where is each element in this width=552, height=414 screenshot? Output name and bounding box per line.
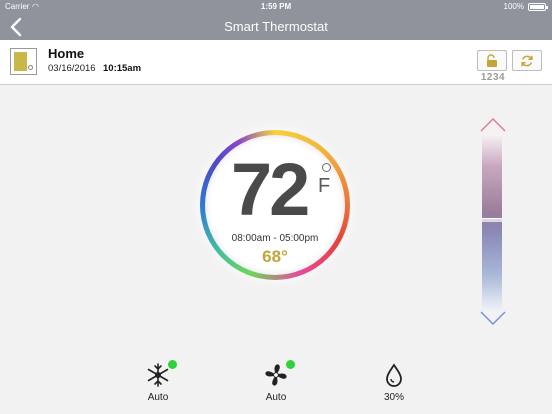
schedule-range: 08:00am - 05:00pm — [231, 233, 319, 244]
navigation-bar: Smart Thermostat — [0, 14, 552, 40]
lock-button[interactable] — [477, 50, 507, 71]
setpoint-temperature: 68° — [262, 247, 288, 266]
location-date: 03/16/2016 — [48, 63, 96, 74]
fan-mode-button[interactable]: Auto — [246, 360, 306, 403]
heat-cool-icon — [147, 363, 169, 387]
location-header: Home 03/16/2016 10:15am 1234 — [0, 40, 552, 85]
fan-active-indicator — [286, 360, 295, 369]
location-time: 10:15am — [103, 63, 142, 74]
battery-percentage: 100% — [503, 2, 524, 11]
page-title: Smart Thermostat — [224, 19, 328, 34]
humidity-button[interactable]: 30% — [364, 362, 424, 403]
temperature-dial[interactable]: 72 F 08:00am - 05:00pm 68° — [200, 130, 350, 280]
system-active-indicator — [168, 360, 177, 369]
fan-icon — [265, 364, 287, 386]
unlock-icon — [487, 53, 497, 67]
increase-temperature-button[interactable] — [478, 116, 508, 134]
system-mode-label: Auto — [147, 392, 169, 403]
system-mode-button[interactable]: Auto — [128, 360, 188, 403]
temperature-slider-handle[interactable] — [482, 218, 502, 222]
decrease-temperature-button[interactable] — [478, 309, 508, 327]
status-time: 1:59 PM — [260, 2, 292, 11]
status-bar: Carrier ◠ 1:59 PM 100% — [0, 0, 552, 14]
lock-code: 1234 — [480, 72, 506, 83]
temperature-slider[interactable] — [482, 134, 502, 310]
degree-symbol — [322, 163, 331, 172]
location-name: Home — [48, 46, 85, 61]
temperature-unit: F — [318, 175, 331, 197]
humidity-label: 30% — [383, 392, 404, 403]
current-temperature: 72 — [231, 148, 310, 231]
thermostat-device-icon — [10, 48, 37, 75]
humidity-drop-icon — [386, 363, 402, 387]
battery-icon — [528, 3, 548, 11]
fan-mode-label: Auto — [265, 392, 287, 403]
refresh-button[interactable] — [512, 50, 542, 71]
refresh-icon — [521, 55, 533, 66]
dial-face: 72 F 08:00am - 05:00pm 68° — [205, 135, 345, 275]
